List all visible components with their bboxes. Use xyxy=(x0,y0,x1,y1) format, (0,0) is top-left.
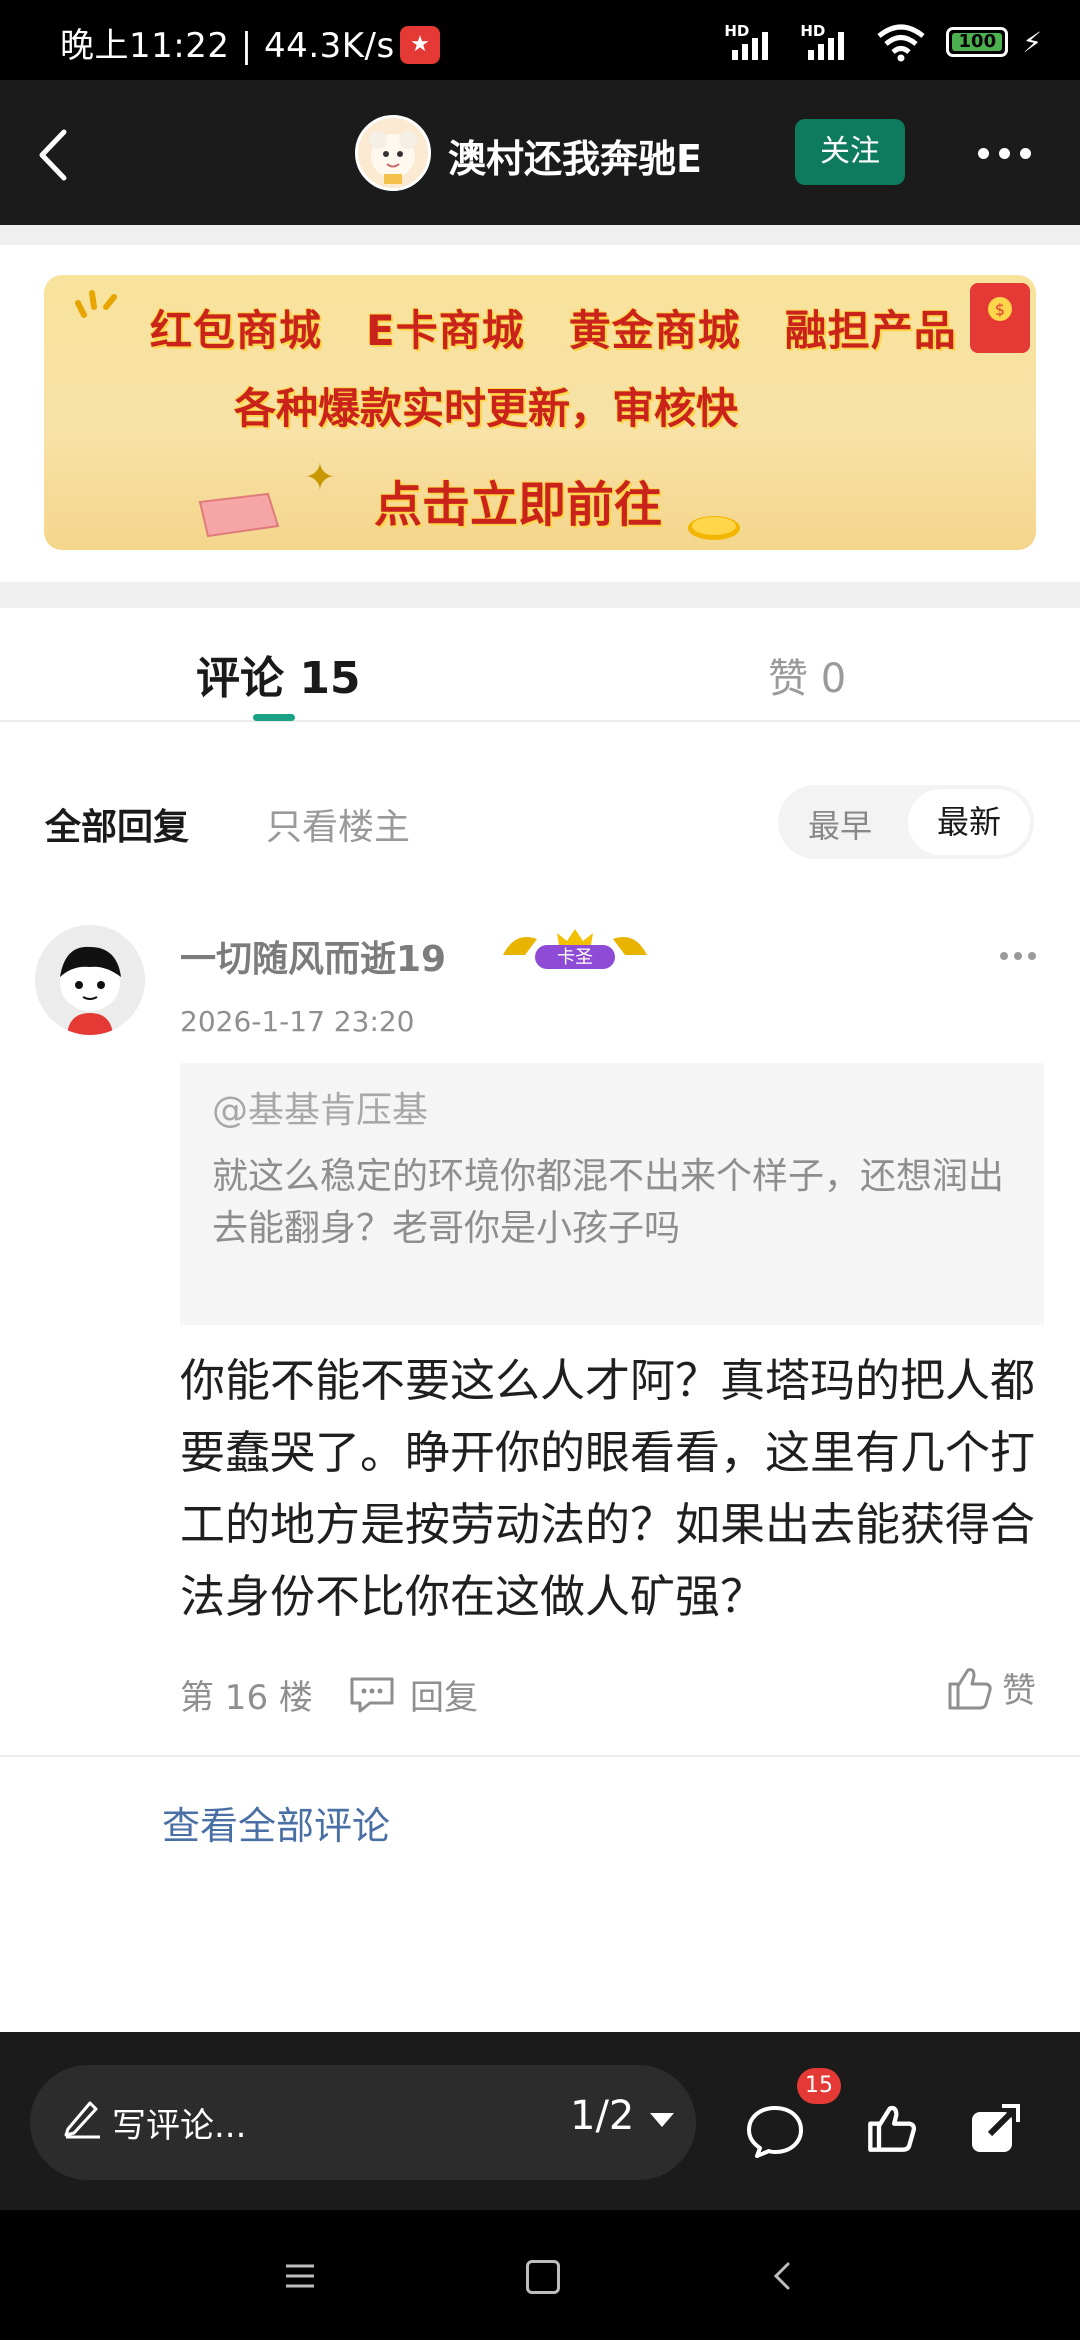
write-comment-input[interactable]: 写评论... 1/2 xyxy=(30,2065,696,2180)
nav-back-icon[interactable] xyxy=(770,2260,794,2292)
follow-button[interactable]: 关注 xyxy=(795,119,905,185)
coin-icon xyxy=(688,516,740,540)
like-button[interactable]: 赞 xyxy=(946,1663,1036,1712)
svg-text:卡圣: 卡圣 xyxy=(557,947,593,968)
comment-body: 你能不能不要这么人才阿？真塔玛的把人都要蠢哭了。睁开你的眼看看，这里有几个打工的… xyxy=(180,1354,1036,1623)
sort-toggle: 最早 最新 xyxy=(778,785,1034,859)
red-envelope-icon: $ xyxy=(970,283,1030,353)
reply-label: 回复 xyxy=(410,1678,478,1718)
comment-more-icon[interactable] xyxy=(1000,952,1036,960)
comment-count-badge: 15 xyxy=(797,2068,841,2104)
bottom-action-bar: 写评论... 1/2 15 xyxy=(0,2032,1080,2210)
separator xyxy=(0,225,1080,245)
like-label: 赞 xyxy=(1002,1671,1036,1711)
floor-number: 第 16 楼 xyxy=(180,1678,313,1718)
sort-earliest[interactable]: 最早 xyxy=(808,801,872,847)
page-indicator[interactable]: 1/2 xyxy=(570,2093,634,2139)
tab-bar: 评论 15 赞 0 xyxy=(0,608,1080,722)
back-icon[interactable] xyxy=(28,120,88,190)
post-content: 红包商城 E卡商城 黄金商城 融担产品 各种爆款实时更新，审核快 $ ✦ 点击立… xyxy=(0,225,1080,2032)
quoted-reply[interactable]: @基基肯压基 就这么稳定的环境你都混不出来个样子，还想润出去能翻身？老哥你是小孩… xyxy=(180,1063,1044,1325)
recent-apps-icon[interactable] xyxy=(284,2262,316,2290)
more-options-icon[interactable] xyxy=(978,138,1040,168)
sort-latest[interactable]: 最新 xyxy=(908,789,1030,855)
comment-icon[interactable] xyxy=(745,2104,805,2160)
thumbs-up-icon xyxy=(948,1667,992,1709)
separator xyxy=(0,582,1080,608)
wifi-icon xyxy=(877,24,925,62)
signal-icon: HD xyxy=(724,22,786,62)
author-name[interactable]: 澳村还我奔驰E xyxy=(448,128,702,183)
status-bar: 晚上11:22 | 44.3K/s ★ HD HD 100 ⚡ xyxy=(0,0,1080,80)
tab-comments[interactable]: 评论 15 xyxy=(196,642,361,706)
comment-time: 2026-1-17 23:20 xyxy=(180,1005,415,1038)
reply-button[interactable]: 回复 xyxy=(348,1670,478,1719)
comment-placeholder: 写评论... xyxy=(112,2106,247,2146)
battery-icon: 100 xyxy=(946,27,1009,57)
post-header: 澳村还我奔驰E 关注 xyxy=(0,80,1080,225)
user-rank-badge: 卡圣 xyxy=(503,929,647,969)
charging-icon: ⚡ xyxy=(1022,25,1042,59)
promo-banner[interactable]: 红包商城 E卡商城 黄金商城 融担产品 各种爆款实时更新，审核快 $ ✦ 点击立… xyxy=(44,275,1036,550)
banner-item-red-packet[interactable]: 红包商城 xyxy=(150,297,322,358)
sparkle-icon: ✦ xyxy=(304,455,336,499)
status-time: 晚上11:22 | 44.3K/s xyxy=(60,26,395,66)
view-all-comments-link[interactable]: 查看全部评论 xyxy=(162,1795,390,1850)
sparkle-rays-icon xyxy=(75,290,117,318)
banner-subtitle: 各种爆款实时更新，审核快 xyxy=(234,384,739,433)
reply-icon xyxy=(350,1677,394,1712)
banner-item-gold[interactable]: 黄金商城 xyxy=(569,297,741,358)
divider xyxy=(0,1755,1080,1757)
home-icon[interactable] xyxy=(526,2260,560,2294)
commenter-name[interactable]: 一切随风而逝19 xyxy=(180,930,446,982)
filter-op-only[interactable]: 只看楼主 xyxy=(266,798,410,850)
filter-all-replies[interactable]: 全部回复 xyxy=(45,798,189,850)
banner-item-finance[interactable]: 融担产品 xyxy=(785,297,957,358)
svg-text:$: $ xyxy=(995,300,1005,319)
tab-indicator xyxy=(253,714,295,721)
pencil-icon xyxy=(64,2101,100,2139)
share-icon[interactable] xyxy=(968,2100,1024,2156)
app-notification-icon: ★ xyxy=(400,26,440,64)
commenter-avatar[interactable] xyxy=(35,925,145,1035)
tab-likes[interactable]: 赞 0 xyxy=(768,646,846,704)
money-paper-icon xyxy=(198,492,280,538)
author-avatar[interactable] xyxy=(355,115,431,191)
like-icon[interactable] xyxy=(866,2102,918,2154)
system-nav-bar xyxy=(0,2210,1080,2340)
signal-icon-2: HD xyxy=(800,22,862,62)
quoted-user[interactable]: @基基肯压基 xyxy=(212,1085,1012,1137)
banner-cta[interactable]: 点击立即前往 xyxy=(374,465,662,535)
banner-item-ecard[interactable]: E卡商城 xyxy=(366,297,525,358)
page-dropdown-icon[interactable] xyxy=(650,2113,674,2127)
quoted-text: 就这么稳定的环境你都混不出来个样子，还想润出去能翻身？老哥你是小孩子吗 xyxy=(212,1156,1005,1249)
